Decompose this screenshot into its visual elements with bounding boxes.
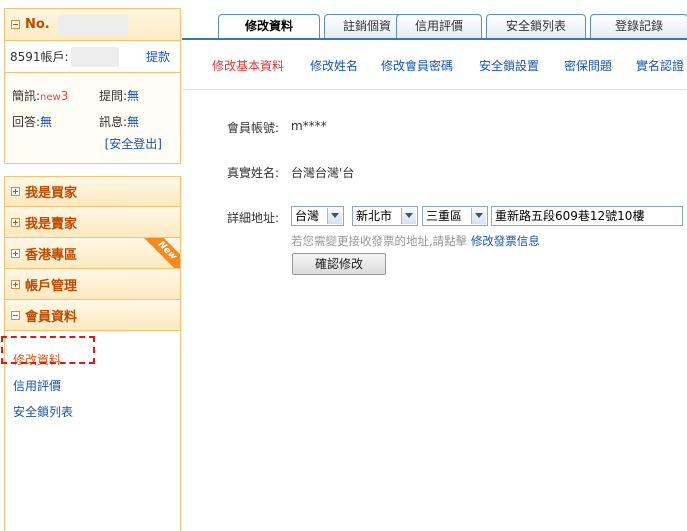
stat-messages-value: 無 [127, 115, 140, 129]
sidebar-item-member-info[interactable]: 會員資料 [4, 300, 181, 331]
tab-underline [182, 38, 687, 40]
subnav-edit-name[interactable]: 修改姓名 [310, 57, 358, 74]
city-value: 新北市 [356, 209, 393, 223]
tab-edit-profile[interactable]: 修改資料 [218, 14, 320, 40]
submenu-security-lock-list[interactable]: 安全鎖列表 [13, 403, 73, 420]
sidebar-item-account[interactable]: 帳戶管理 [4, 269, 181, 300]
country-value: 台灣 [295, 209, 320, 223]
stat-answers[interactable]: 回答:無 [12, 113, 52, 130]
member-number-redacted [57, 14, 128, 35]
stat-answers-label: 回答: [12, 115, 41, 129]
stat-sms-value: 3 [60, 89, 69, 103]
sidebar-item-label: 香港專區 [25, 247, 78, 263]
sidebar-item-label: 會員資料 [25, 309, 78, 325]
chevron-down-icon [327, 208, 342, 224]
logout-link[interactable]: [安全登出] [105, 135, 162, 152]
submenu-credit-rating[interactable]: 信用評價 [13, 377, 61, 394]
stat-sms-label: 簡訊: [12, 89, 41, 103]
member-panel: No. 8591帳戶: 提款 簡訊:new3 提問:無 回答:無 訊息:無 [安… [4, 8, 181, 164]
stat-messages-label: 訊息: [99, 115, 128, 129]
expand-icon [11, 187, 20, 196]
account-value: m**** [291, 119, 327, 133]
sidebar-item-label: 我是買家 [25, 186, 78, 201]
district-select[interactable]: 三重區 [422, 206, 488, 226]
tab-login-records[interactable]: 登錄記錄 [590, 14, 687, 39]
sidebar: No. 8591帳戶: 提款 簡訊:new3 提問:無 回答:無 訊息:無 [安… [0, 0, 182, 531]
member-number-label: No. [25, 17, 50, 32]
stat-questions-value: 無 [127, 89, 140, 103]
invoice-hint: 若您需變更接收發票的地址,請點擊 修改發票信息 [291, 233, 540, 249]
tab-security-lock-list[interactable]: 安全鎖列表 [486, 14, 586, 39]
member-panel-header: No. [5, 9, 180, 41]
subnav-basic-info[interactable]: 修改基本資料 [212, 57, 284, 74]
stat-questions-label: 提問: [99, 89, 128, 103]
new-ribbon: New [144, 238, 180, 268]
stat-answers-value: 無 [40, 115, 53, 129]
stat-sms[interactable]: 簡訊:new3 [12, 87, 68, 104]
confirm-button[interactable]: 確認修改 [292, 253, 386, 275]
subnav-real-name[interactable]: 實名認證 [636, 57, 684, 74]
account-balance-redacted [70, 46, 119, 67]
account-label: 8591帳戶: [10, 50, 69, 64]
subnav-divider [182, 89, 687, 90]
sidebar-item-hongkong[interactable]: 香港專區 New [4, 238, 181, 269]
account-field-label: 會員帳號: [227, 121, 280, 135]
address-input[interactable]: 重新路五段609巷12號10樓 [491, 206, 683, 226]
tab-bar: 修改資料 註銷個資 信用評價 安全鎖列表 登錄記錄 [218, 14, 687, 40]
expand-icon [11, 248, 20, 258]
sidebar-item-label: 帳戶管理 [25, 278, 78, 294]
address-label: 詳細地址: [227, 211, 280, 225]
stat-questions[interactable]: 提問:無 [99, 87, 139, 104]
highlight-box [1, 336, 95, 364]
chevron-down-icon [471, 208, 486, 224]
real-name-label: 真實姓名: [227, 166, 280, 180]
country-select[interactable]: 台灣 [291, 206, 344, 226]
edit-invoice-link[interactable]: 修改發票信息 [471, 234, 540, 248]
sidebar-item-buyer[interactable]: 我是買家 [4, 176, 181, 207]
real-name-value: 台灣台灣'台 [291, 166, 355, 180]
account-row: 8591帳戶: 提款 [5, 41, 180, 73]
subnav: 修改基本資料 修改姓名 修改會員密碼 安全鎖設置 密保問題 實名認證 [212, 57, 687, 75]
invoice-hint-text: 若您需變更接收發票的地址,請點擊 [291, 234, 468, 248]
collapse-icon [11, 310, 20, 320]
new-badge: new [40, 92, 61, 103]
message-stats: 簡訊:new3 提問:無 回答:無 訊息:無 [安全登出] [5, 73, 180, 163]
tab-credit-rating[interactable]: 信用評價 [396, 14, 482, 39]
withdraw-link[interactable]: 提款 [146, 48, 170, 65]
stat-messages[interactable]: 訊息:無 [99, 113, 139, 130]
city-select[interactable]: 新北市 [352, 206, 418, 226]
chevron-down-icon [401, 208, 416, 224]
subnav-security-question[interactable]: 密保問題 [564, 57, 612, 74]
district-value: 三重區 [426, 209, 463, 223]
collapse-icon[interactable] [11, 20, 20, 29]
sidebar-item-seller[interactable]: 我是賣家 [4, 207, 181, 238]
sidebar-item-label: 我是賣家 [25, 216, 78, 232]
expand-icon [11, 217, 20, 227]
subnav-security-lock[interactable]: 安全鎖設置 [479, 57, 539, 74]
subnav-change-password[interactable]: 修改會員密碼 [381, 57, 453, 74]
expand-icon [11, 279, 20, 289]
